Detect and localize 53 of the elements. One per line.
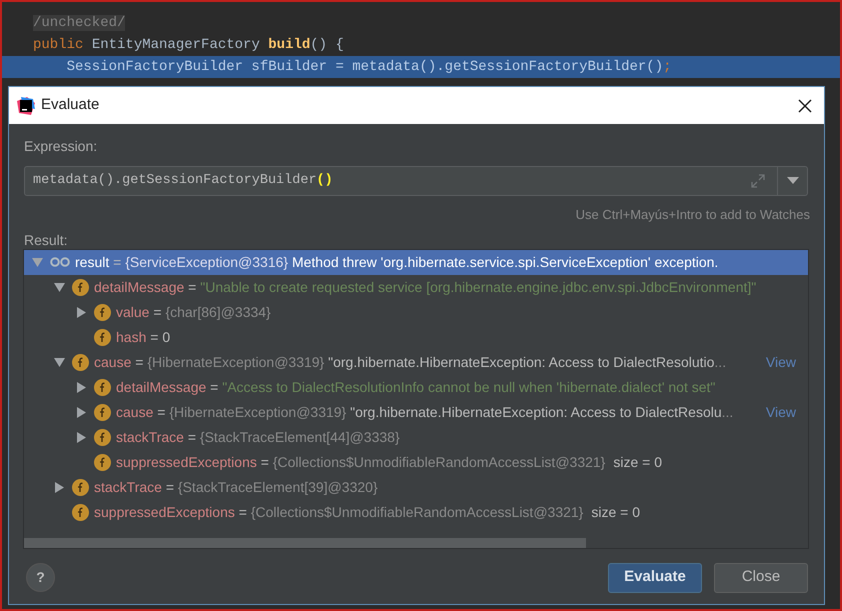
caret-icon[interactable] <box>786 177 798 185</box>
expanded-arrow-icon[interactable] <box>54 282 64 292</box>
field-label: Result: <box>24 232 68 248</box>
field-icon <box>94 378 111 396</box>
tree-node-text: cause = {HibernateException@3319} "org.hibernate.HibernateException: Access to DialectResolutio... <box>94 352 726 372</box>
tree-node-text: hash = 0 <box>116 328 170 346</box>
tree-node-text: result = {ServiceException@3316} Method threw 'org.hibernate.service.spi.ServiceException' exception. <box>75 252 718 272</box>
glasses-icon <box>50 257 70 267</box>
collapsed-arrow-icon[interactable] <box>54 482 64 492</box>
field-icon <box>94 454 111 470</box>
tree-node-text: detailMessage = "Access to DialectResolutionInfo cannot be null when 'hibernate.dialect' not set" <box>116 378 716 397</box>
close-icon[interactable] <box>798 98 812 112</box>
field-icon <box>72 504 89 520</box>
tree-row[interactable]: suppressedExceptions = {Collections$UnmodifiableRandomAccessList@3321} size = 0 <box>24 450 808 474</box>
hint-text: Use Ctrl+Mayús+Intro to add to Watches <box>576 207 810 222</box>
tree-row[interactable]: stackTrace = {StackTraceElement[39]@3320} <box>24 474 808 500</box>
tree-row[interactable]: hash = 0 <box>24 324 808 350</box>
tree-row[interactable]: value = {char[86]@3334} <box>24 300 808 324</box>
evaluate-button[interactable]: Evaluate <box>608 562 702 592</box>
scrollbar-thumb[interactable] <box>24 538 586 548</box>
tree-row[interactable]: stackTrace = {StackTraceElement[44]@3338} <box>24 424 808 450</box>
collapsed-arrow-icon[interactable] <box>76 432 86 442</box>
field-label: Expression: <box>24 138 98 154</box>
collapsed-arrow-icon[interactable] <box>76 406 86 418</box>
expression-field[interactable]: metadata().getSessionFactoryBuilder() <box>24 166 808 196</box>
tree-row[interactable]: cause = {HibernateException@3319} "org.hibernate.HibernateException: Access to DialectResolu... View <box>24 400 808 424</box>
close-button[interactable]: Close <box>714 562 808 592</box>
tree-row[interactable]: cause = {HibernateException@3319} "org.hibernate.HibernateException: Access to DialectResolutio... View <box>24 350 808 374</box>
field-icon <box>72 354 89 370</box>
field-icon <box>94 428 111 446</box>
tree-row[interactable]: detailMessage = "Access to DialectResolutionInfo cannot be null when 'hibernate.dialect' not set" <box>24 374 808 400</box>
tree-node-text: value = {char[86]@3334} <box>116 302 271 322</box>
tree-node-text: detailMessage = "Unable to create requested service [org.hibernate.engine.jdbc.env.spi.JdbcEnvironment]" <box>94 278 756 297</box>
tree-row[interactable]: suppressedExceptions = {Collections$UnmodifiableRandomAccessList@3321} size = 0 <box>24 500 808 524</box>
collapsed-arrow-icon[interactable] <box>76 306 86 318</box>
field-icon <box>94 328 111 346</box>
tree-node-text: stackTrace = {StackTraceElement[44]@3338} <box>116 428 400 447</box>
collapsed-arrow-icon[interactable] <box>76 382 86 392</box>
tree-node-text: cause = {HibernateException@3319} "org.hibernate.HibernateException: Access to DialectResolu... <box>116 402 734 422</box>
app-icon <box>17 96 35 114</box>
tree-node-text: suppressedExceptions = {Collections$UnmodifiableRandomAccessList@3321} size = 0 <box>94 502 640 522</box>
field-icon <box>72 478 89 496</box>
window-title: Evaluate <box>41 95 100 116</box>
tree-row[interactable]: detailMessage = "Unable to create requested service [org.hibernate.engine.jdbc.env.spi.JdbcEnvironment]" <box>24 274 808 300</box>
tree-node-text: suppressedExceptions = {Collections$UnmodifiableRandomAccessList@3321} size = 0 <box>116 452 662 472</box>
field-icon <box>72 278 89 296</box>
field-icon <box>94 304 111 320</box>
tree-node-text: stackTrace = {StackTraceElement[39]@3320} <box>94 478 378 497</box>
expanded-arrow-icon[interactable] <box>54 358 64 366</box>
tree-row[interactable]: result = {ServiceException@3316} Method threw 'org.hibernate.service.spi.ServiceException' exception. <box>24 250 808 274</box>
field-icon <box>94 404 111 420</box>
help-button[interactable]: ? <box>26 563 55 592</box>
code-line: public EntityManagerFactory build() { <box>32 36 345 55</box>
